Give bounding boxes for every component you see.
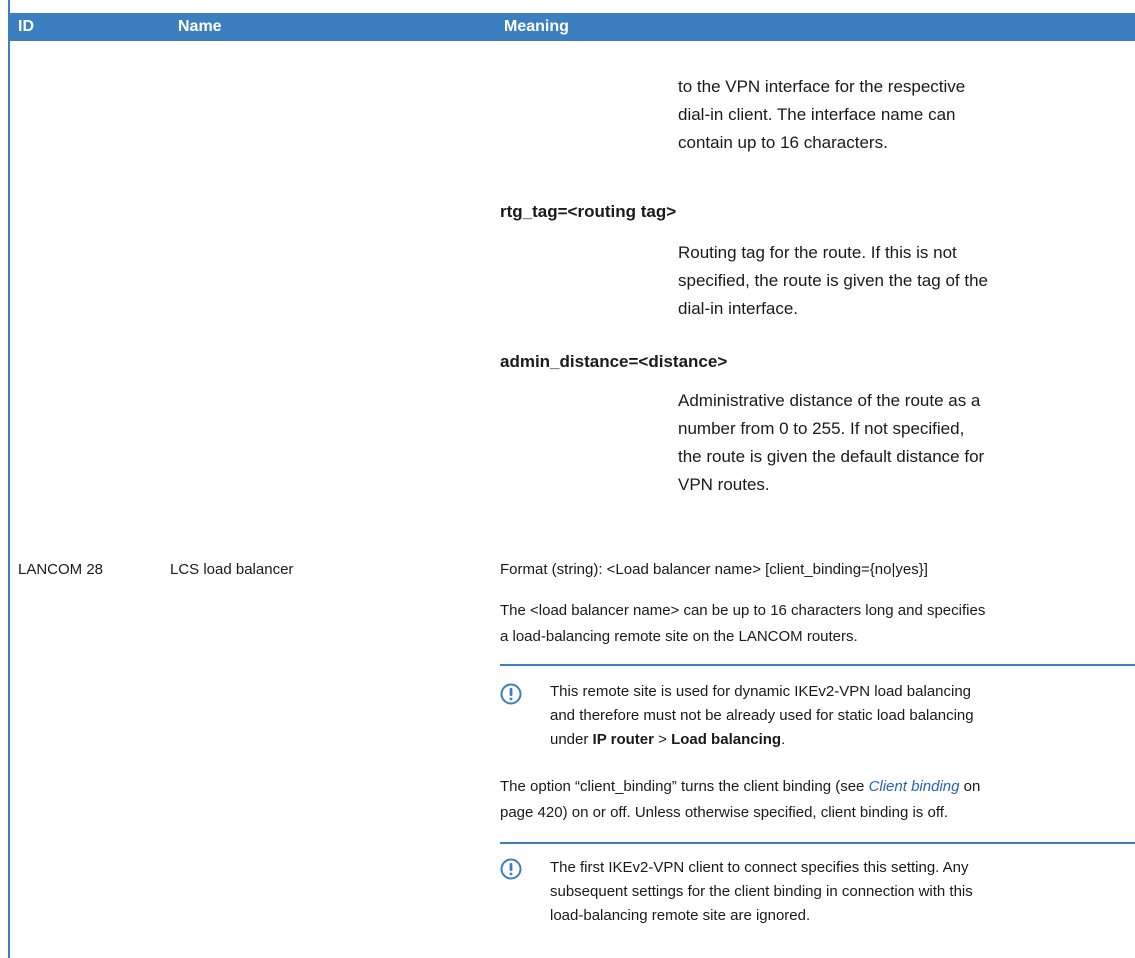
header-name: Name	[178, 18, 222, 35]
description-line: a load-balancing remote site on the LANC…	[500, 628, 858, 645]
note-line: The first IKEv2-VPN client to connect sp…	[550, 859, 969, 876]
option-text: The option “client_binding” turns the cl…	[500, 778, 869, 795]
header-meaning: Meaning	[504, 18, 569, 35]
param-admin-distance: admin_distance=<distance>	[500, 352, 728, 371]
menu-path-ip-router: IP router	[592, 731, 654, 748]
note-divider	[500, 664, 1135, 666]
param-rtg-tag: rtg_tag=<routing tag>	[500, 202, 677, 221]
text-line: VPN routes.	[678, 475, 770, 494]
row-format: Format (string): <Load balancer name> [c…	[500, 561, 928, 578]
text-line: specified, the route is given the tag of…	[678, 271, 988, 290]
table-header: ID Name Meaning	[8, 13, 1135, 41]
text-line: contain up to 16 characters.	[678, 133, 888, 152]
description-line: The <load balancer name> can be up to 16…	[500, 602, 986, 619]
note-line: under IP router > Load balancing.	[550, 728, 1135, 752]
document-page: ID Name Meaning to the VPN interface for…	[0, 0, 1135, 958]
menu-path-load-balancing: Load balancing	[671, 731, 782, 748]
admin-distance-description: Administrative distance of the route as …	[678, 387, 1058, 499]
option-text-end: on	[959, 778, 981, 795]
option-line: The option “client_binding” turns the cl…	[500, 774, 980, 799]
text-line: dial-in interface.	[678, 299, 799, 318]
note-text-under: under	[550, 731, 593, 748]
text-line: number from 0 to 255. If not specified,	[678, 419, 965, 438]
text-line: to the VPN interface for the respective	[678, 77, 966, 96]
note-line: load-balancing remote site are ignored.	[550, 907, 811, 924]
client-binding-link[interactable]: Client binding	[869, 778, 960, 795]
text-line: dial-in client. The interface name can	[678, 105, 956, 124]
menu-path-separator: >	[653, 731, 672, 748]
interface-continuation: to the VPN interface for the respective …	[678, 73, 1058, 157]
row-name: LCS load balancer	[170, 561, 294, 578]
note-text-end: .	[781, 731, 786, 748]
note-divider	[500, 842, 1135, 844]
note-load-balancing: This remote site is used for dynamic IKE…	[550, 680, 1135, 752]
rtg-tag-description: Routing tag for the route. If this is no…	[678, 239, 1058, 323]
exclamation-circle-icon	[500, 858, 522, 880]
note-line: and therefore must not be already used f…	[550, 707, 974, 724]
row-id: LANCOM 28	[18, 561, 104, 578]
text-line: Routing tag for the route. If this is no…	[678, 243, 957, 262]
header-id: ID	[18, 18, 34, 35]
table-left-border	[8, 0, 10, 958]
note-line: subsequent settings for the client bindi…	[550, 883, 973, 900]
option-line: page 420) on or off. Unless otherwise sp…	[500, 804, 949, 821]
text-line: the route is given the default distance …	[678, 447, 985, 466]
note-client-binding: The first IKEv2-VPN client to connect sp…	[550, 856, 1135, 928]
exclamation-circle-icon	[500, 683, 522, 705]
note-line: This remote site is used for dynamic IKE…	[550, 683, 972, 700]
text-line: Administrative distance of the route as …	[678, 391, 981, 410]
